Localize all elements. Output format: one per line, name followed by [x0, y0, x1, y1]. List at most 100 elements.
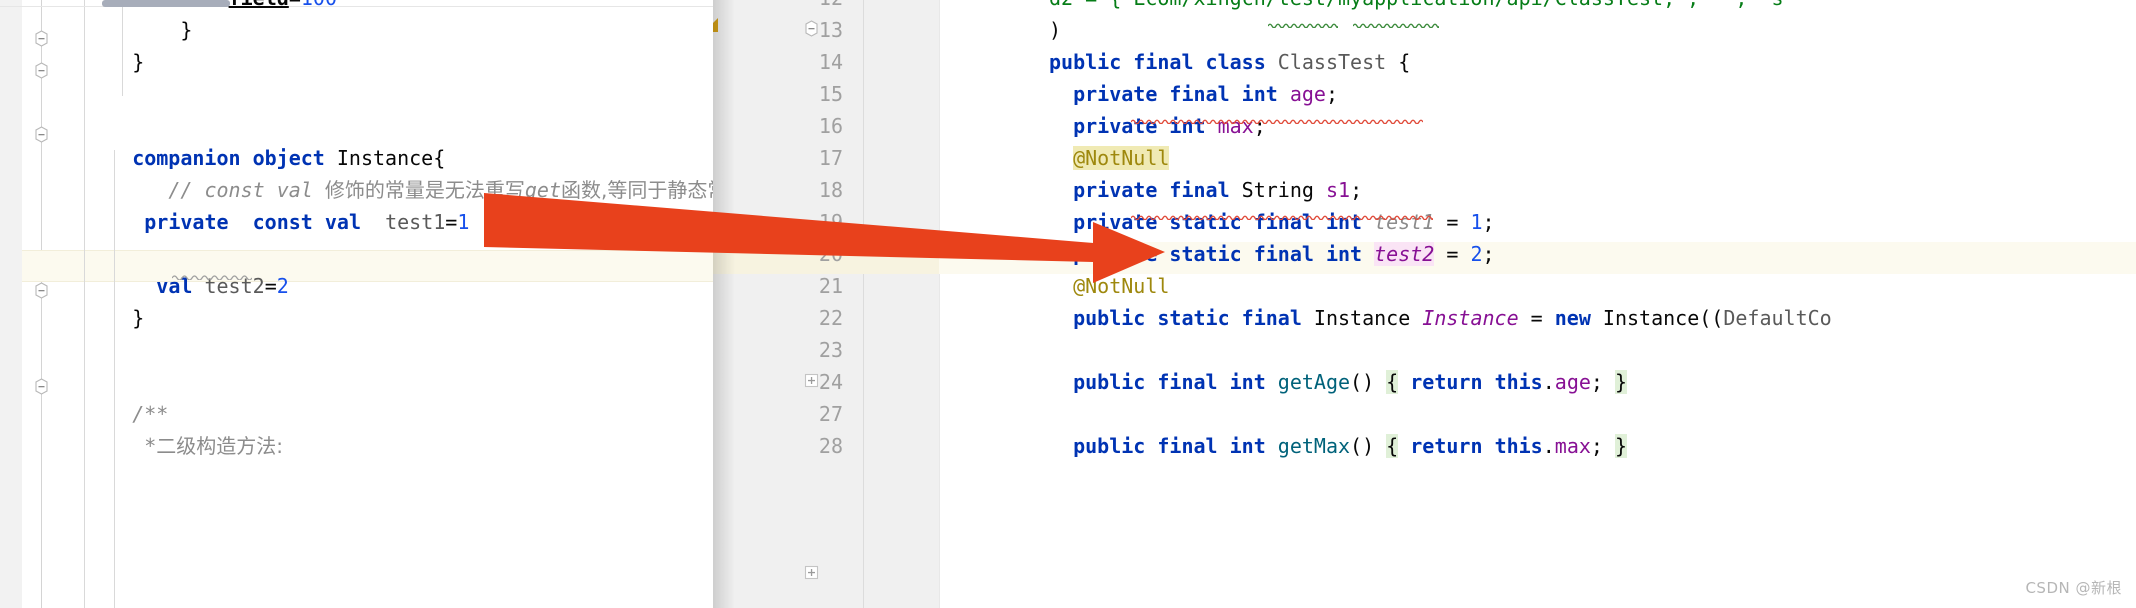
code-line[interactable]: private static final int test1 = 1;	[1073, 206, 1494, 238]
code-line[interactable]: }	[0, 14, 713, 46]
code-line[interactable]: *二级构造方法:	[0, 430, 713, 462]
code-line[interactable]	[0, 78, 713, 110]
code-line[interactable]: private final String s1;	[1073, 174, 1362, 206]
code-token: {	[1386, 50, 1411, 74]
code-token: 100	[301, 0, 337, 10]
code-token: max	[1554, 434, 1591, 458]
code-line[interactable]: field=100	[0, 0, 713, 14]
code-line[interactable]	[0, 238, 713, 270]
code-line-text: }	[180, 14, 192, 46]
screenshot-root: field=100}}companion object Instance{// …	[0, 0, 2136, 608]
code-line[interactable]: val test2=2	[0, 270, 713, 302]
kotlin-source-editor[interactable]: field=100}}companion object Instance{// …	[0, 0, 713, 608]
left-code-text-layer[interactable]: field=100}}companion object Instance{// …	[0, 0, 713, 608]
code-token: DefaultCo	[1723, 306, 1832, 330]
code-line-text: private const val test1=1	[144, 206, 469, 238]
code-line[interactable]: private const val test1=1	[0, 206, 713, 238]
code-line[interactable]: companion object Instance{	[0, 142, 713, 174]
code-token: public final int	[1073, 434, 1278, 458]
fold-expand-icon[interactable]	[803, 564, 820, 581]
code-line[interactable]: // const val 修饰的常量是无法重写get函数,等同于静态常量	[0, 174, 713, 206]
pane-separator-shadow	[713, 0, 735, 608]
right-gutter-divider	[939, 0, 940, 608]
code-token: @NotNull	[1073, 274, 1170, 298]
code-token: // const val	[168, 178, 325, 202]
code-line[interactable]: private int max;	[1073, 110, 1266, 142]
code-token: Instance((	[1590, 306, 1724, 330]
fold-expand-icon[interactable]	[803, 372, 820, 389]
right-linenumber-divider	[863, 0, 864, 608]
code-token: public static final	[1073, 306, 1314, 330]
code-token: ()	[1350, 370, 1387, 394]
code-line[interactable]: private final int age;	[1073, 78, 1338, 110]
code-line[interactable]: @NotNull	[1073, 270, 1169, 302]
code-token: private static final int	[1073, 242, 1375, 266]
code-token: Instance	[1313, 306, 1423, 330]
code-token: }	[1615, 434, 1628, 458]
code-token: 修饰的常量是无法重写	[324, 178, 525, 202]
code-token: {	[1386, 370, 1399, 394]
code-line[interactable]: @NotNull	[1073, 142, 1170, 174]
code-token: ;	[1590, 434, 1615, 458]
code-token: )	[1049, 18, 1062, 42]
code-token: ()	[1350, 434, 1387, 458]
csdn-watermark: CSDN @新根	[2025, 579, 2122, 597]
code-line[interactable]: public final int getMax() { return this.…	[1073, 430, 1628, 462]
code-token: 2	[276, 274, 289, 298]
code-line[interactable]: private static final int test2 = 2;	[1073, 238, 1495, 270]
code-token: String	[1241, 178, 1326, 202]
code-token: =	[1434, 210, 1471, 234]
code-token: get	[524, 178, 562, 202]
code-token: private final int	[1073, 82, 1290, 106]
code-line-text: }	[132, 46, 144, 78]
code-line[interactable]	[0, 334, 713, 366]
code-line-text: companion object Instance{	[132, 142, 445, 174]
code-token: ;	[1325, 82, 1339, 106]
code-token: 2	[1470, 242, 1483, 266]
code-token: d2 = {"Lcom/xingch/test/myapplication/ap…	[1049, 0, 1796, 10]
code-token: Instance	[1422, 306, 1519, 330]
code-line[interactable]: )	[1049, 14, 1061, 46]
code-token: *	[144, 434, 157, 458]
code-token: this	[1494, 370, 1543, 394]
code-line[interactable]: public final int getAge() { return this.…	[1073, 366, 1628, 398]
error-squiggle	[1131, 214, 1433, 220]
code-token: test2	[1374, 242, 1435, 266]
code-line[interactable]: }	[0, 46, 713, 78]
code-token: private final	[1073, 178, 1242, 202]
spellcheck-squiggle	[1353, 22, 1439, 28]
code-token: ;	[1590, 370, 1615, 394]
code-token: =	[1434, 242, 1471, 266]
code-token: =	[264, 274, 277, 298]
weak-warning-squiggle	[172, 274, 252, 280]
code-token: }	[1615, 370, 1628, 394]
code-line-text: field=100	[229, 0, 337, 14]
code-token: return	[1410, 434, 1495, 458]
fold-collapse-icon[interactable]	[803, 20, 820, 37]
code-token: 函数,等同于静态常量	[561, 178, 713, 202]
code-token: ;	[1482, 210, 1495, 234]
error-squiggle	[1131, 118, 1423, 124]
code-token: return	[1410, 370, 1495, 394]
code-token: }	[132, 306, 145, 330]
code-token: age	[1289, 82, 1326, 106]
code-line[interactable]: public final class ClassTest {	[1049, 46, 1410, 78]
code-line[interactable]: /**	[0, 398, 713, 430]
code-line[interactable]: }	[0, 302, 713, 334]
code-token: =	[1518, 306, 1555, 330]
code-line[interactable]	[0, 366, 713, 398]
code-line[interactable]	[0, 110, 713, 142]
code-token: ClassTest	[1277, 50, 1387, 74]
decompiled-java-editor[interactable]: 121314151617181920212223242728 d2 = {"Lc…	[713, 0, 2136, 608]
code-token: =	[289, 0, 301, 10]
code-line-text: /**	[132, 398, 168, 430]
code-token: {	[1386, 434, 1399, 458]
code-token: 二级构造方法:	[156, 434, 284, 458]
code-token: Instance{	[336, 146, 446, 170]
code-token: field	[229, 0, 289, 10]
code-line[interactable]: d2 = {"Lcom/xingch/test/myapplication/ap…	[1049, 0, 1796, 14]
code-token: /**	[132, 402, 169, 426]
code-line[interactable]: public static final Instance Instance = …	[1073, 302, 1832, 334]
code-token: }	[132, 50, 145, 74]
